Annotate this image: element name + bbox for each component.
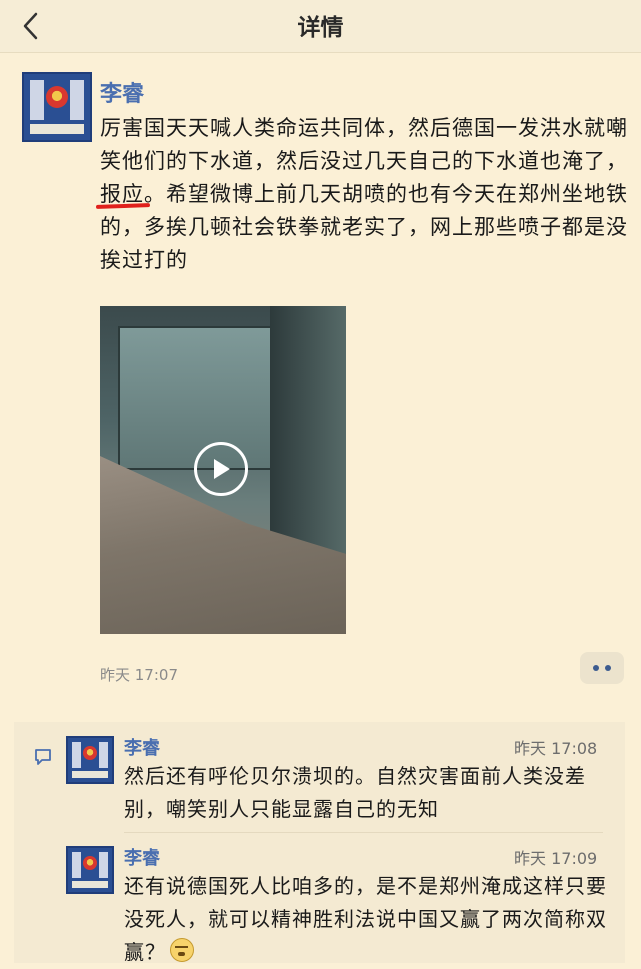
post-text-part: 。希望微博上前几天胡喷的也有今天在郑州坐地铁的，多挨几顿社会铁拳就老实了，网上那…	[100, 182, 628, 272]
post-text: 厉害国天天喊人类命运共同体，然后德国一发洪水就嘲笑他们的下水道，然后没过几天自己…	[100, 112, 628, 277]
comments-section: 李睿 昨天 17:08 然后还有呼伦贝尔溃坝的。自然灾害面前人类没差别，嘲笑别人…	[14, 722, 625, 964]
more-dots-icon	[593, 665, 611, 671]
page-title: 详情	[297, 15, 344, 41]
play-button[interactable]	[194, 442, 248, 496]
more-button[interactable]	[580, 652, 624, 684]
highlighted-word: 报应	[100, 182, 144, 206]
comment-author[interactable]: 李睿	[124, 734, 160, 760]
comment-text: 然后还有呼伦贝尔溃坝的。自然灾害面前人类没差别，嘲笑别人只能显露自己的无知	[124, 764, 586, 821]
emblem-icon	[83, 856, 97, 870]
post-card: 李睿 厉害国天天喊人类命运共同体，然后德国一发洪水就嘲笑他们的下水道，然后没过几…	[0, 52, 641, 702]
play-icon	[214, 459, 230, 479]
comment-text: 还有说德国死人比咱多的，是不是郑州淹成这样只要没死人，就可以精神胜利法说中国又赢…	[124, 870, 614, 969]
comment-text-content: 还有说德国死人比咱多的，是不是郑州淹成这样只要没死人，就可以精神胜利法说中国又赢…	[124, 874, 607, 964]
comment-timestamp: 昨天 17:08	[514, 739, 598, 758]
post-text-part: 厉害国天天喊人类命运共同体，然后德国一发洪水就嘲笑他们的下水道，然后没过几天自己…	[100, 116, 628, 173]
author-name[interactable]: 李睿	[100, 76, 144, 108]
comment-timestamp: 昨天 17:09	[514, 849, 598, 868]
speechless-emoji-icon	[170, 938, 194, 962]
video-thumbnail[interactable]	[100, 306, 346, 634]
emblem-icon	[46, 86, 68, 108]
avatar[interactable]	[66, 846, 114, 894]
avatar[interactable]	[66, 736, 114, 784]
train-window	[118, 326, 272, 470]
comment-icon	[35, 749, 51, 765]
comment-author[interactable]: 李睿	[124, 844, 160, 870]
divider	[124, 832, 603, 833]
emblem-icon	[83, 746, 97, 760]
avatar[interactable]	[22, 72, 92, 142]
post-timestamp: 昨天 17:07	[100, 666, 178, 684]
top-bar: 详情	[0, 0, 641, 53]
